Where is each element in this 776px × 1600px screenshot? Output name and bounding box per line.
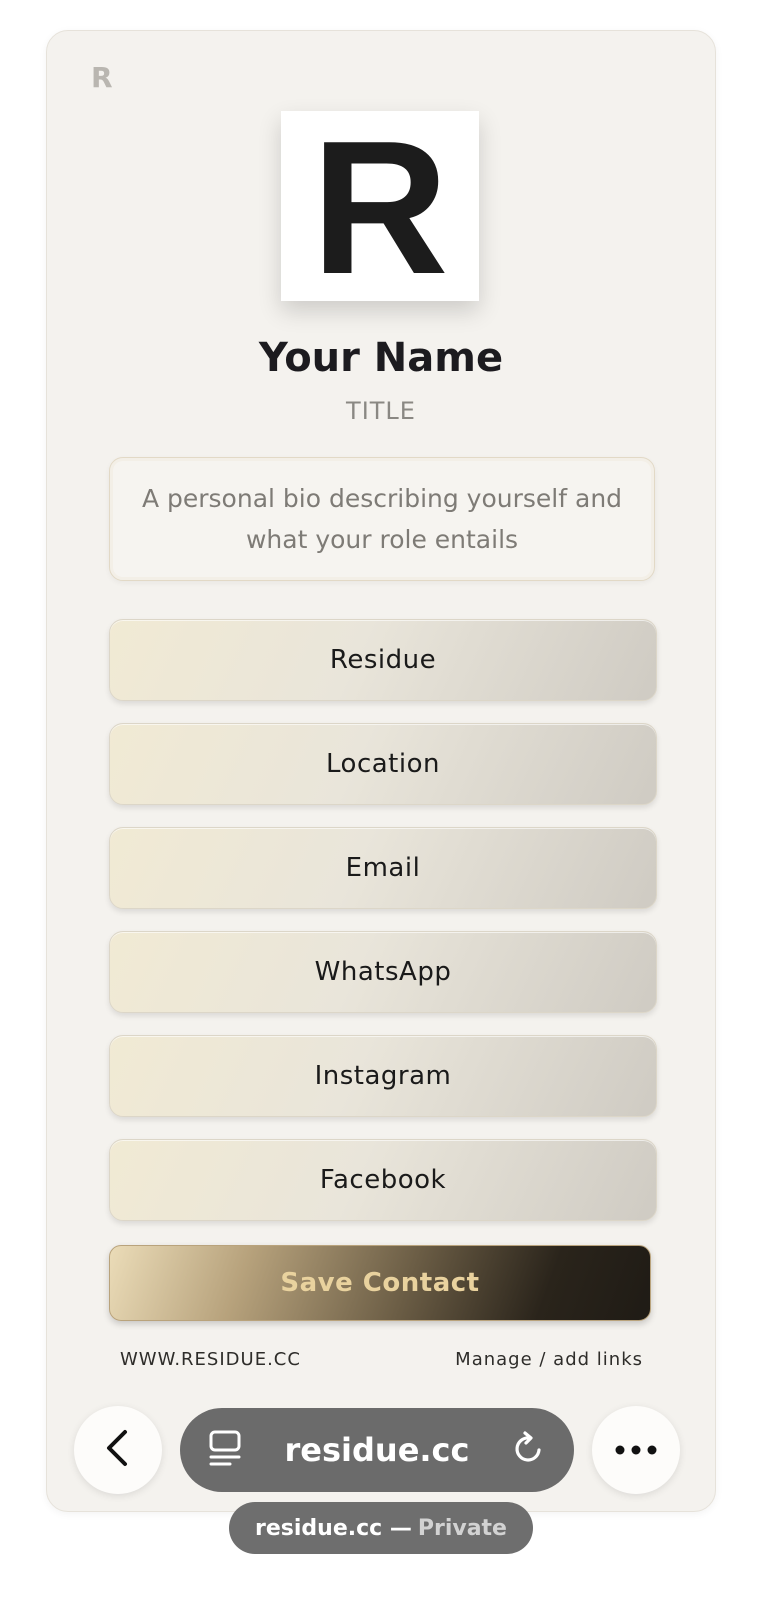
save-contact-button[interactable]: Save Contact: [109, 1245, 651, 1321]
link-button-email[interactable]: Email: [109, 827, 657, 909]
more-icon: [614, 1441, 658, 1460]
address-bar[interactable]: residue.cc: [180, 1408, 574, 1492]
site-link[interactable]: WWW.RESIDUE.CC: [120, 1349, 301, 1370]
link-button-instagram[interactable]: Instagram: [109, 1035, 657, 1117]
more-button[interactable]: [592, 1406, 680, 1494]
link-button-whatsapp[interactable]: WhatsApp: [109, 931, 657, 1013]
bio-text: A personal bio describing yourself and w…: [141, 484, 623, 554]
link-button-location[interactable]: Location: [109, 723, 657, 805]
reload-icon[interactable]: [512, 1430, 546, 1470]
back-button[interactable]: [74, 1406, 162, 1494]
profile-card: R R Your Name TITLE A personal bio descr…: [46, 30, 716, 1512]
logo-letter: R: [311, 102, 449, 314]
tab-url-label: residue.cc —: [255, 1515, 412, 1541]
tab-indicator[interactable]: residue.cc — Private: [229, 1502, 533, 1554]
profile-title: TITLE: [346, 397, 416, 425]
profile-name: Your Name: [258, 335, 504, 381]
brand-mark: R: [91, 61, 113, 94]
page-menu-icon[interactable]: [208, 1429, 242, 1471]
link-button-facebook[interactable]: Facebook: [109, 1139, 657, 1221]
manage-links-link[interactable]: Manage / add links: [455, 1349, 643, 1370]
link-button-residue[interactable]: Residue: [109, 619, 657, 701]
profile-logo: R: [281, 102, 479, 314]
chevron-left-icon: [101, 1428, 135, 1472]
private-label: Private: [417, 1515, 507, 1541]
profile-bio: A personal bio describing yourself and w…: [109, 457, 655, 581]
url-text: residue.cc: [284, 1431, 470, 1469]
